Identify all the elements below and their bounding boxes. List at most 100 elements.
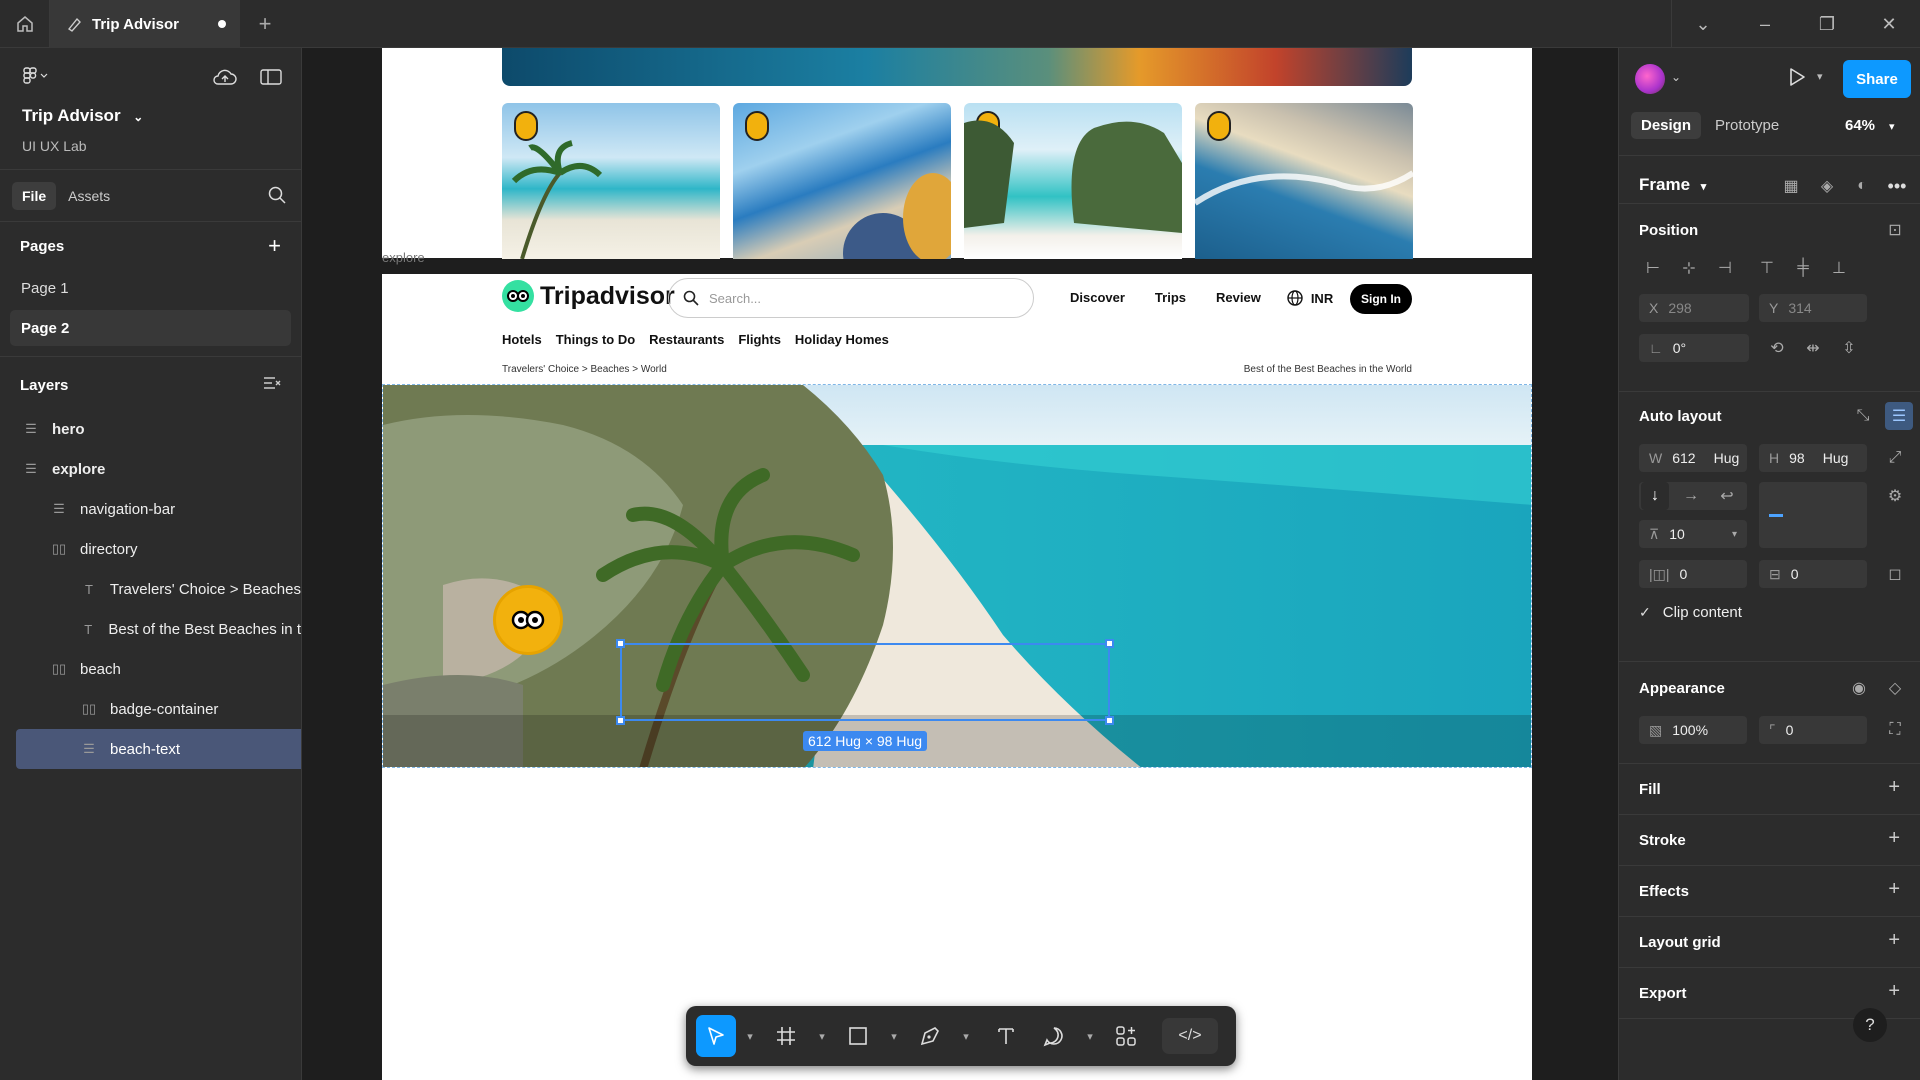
nav-link-review[interactable]: Review (1216, 290, 1261, 306)
beach-section[interactable]: 612 Hug × 98 Hug (382, 384, 1532, 768)
eye-icon[interactable]: ◉ (1845, 674, 1873, 702)
grid-icon[interactable]: ▦ (1777, 172, 1805, 200)
rectangle-tool-button[interactable] (836, 1015, 880, 1057)
subnav-holiday-homes[interactable]: Holiday Homes (795, 332, 889, 347)
search-icon[interactable] (267, 185, 287, 208)
layer-options-icon[interactable] (263, 375, 281, 395)
frame-type-selector[interactable]: Frame ▾ (1639, 175, 1706, 195)
chevron-down-icon[interactable]: ▾ (1817, 70, 1823, 83)
file-tab[interactable]: Trip Advisor (50, 0, 240, 48)
move-tool-button[interactable] (696, 1015, 736, 1057)
add-icon[interactable]: + (1888, 929, 1900, 952)
layer-item-0[interactable]: ☰ hero (0, 409, 301, 449)
align-center-h-icon[interactable]: ⊹ (1675, 254, 1703, 282)
home-button[interactable] (0, 0, 50, 48)
breadcrumb[interactable]: Travelers' Choice > Beaches > World (502, 364, 667, 375)
chevron-down-icon[interactable]: ▾ (1076, 1030, 1104, 1043)
layer-item-1[interactable]: ☰ explore (0, 449, 301, 489)
corner-radius-input[interactable]: ⌜ 0 (1759, 716, 1867, 744)
page-subtitle[interactable]: Best of the Best Beaches in the World (1244, 364, 1412, 375)
main-menu-button[interactable] (22, 66, 48, 91)
add-icon[interactable]: + (1888, 878, 1900, 901)
chevron-down-icon[interactable]: ▾ (736, 1030, 764, 1043)
resize-handle-tl[interactable] (616, 639, 625, 648)
width-input[interactable]: W 612 Hug (1639, 444, 1747, 472)
page-item-1[interactable]: Page 1 (10, 270, 291, 306)
layer-item-2[interactable]: ☰ navigation-bar (0, 489, 301, 529)
subnav-things-to-do[interactable]: Things to Do (556, 332, 635, 347)
rotate-90-icon[interactable]: ⟲ (1763, 334, 1791, 362)
share-button[interactable]: Share (1843, 60, 1911, 98)
rotation-input[interactable]: ∟ 0° (1639, 334, 1749, 362)
collapse-icon[interactable]: ⤡ (1849, 402, 1877, 430)
nav-link-discover[interactable]: Discover (1070, 290, 1125, 306)
align-middle-icon[interactable]: ╪ (1789, 254, 1817, 282)
cloud-upload-icon[interactable] (212, 68, 238, 93)
alignment-grid[interactable] (1759, 482, 1867, 548)
subnav-flights[interactable]: Flights (738, 332, 781, 347)
add-icon[interactable]: + (1888, 776, 1900, 799)
close-icon[interactable]: ✕ (1858, 0, 1920, 48)
present-button[interactable] (1787, 66, 1807, 93)
layer-item-8[interactable]: ☰ beach-text (16, 729, 301, 769)
independent-corners-icon[interactable]: ⛶ (1881, 716, 1909, 744)
chevron-down-icon[interactable]: ▾ (880, 1030, 908, 1043)
explore-frame-label[interactable]: explore (382, 250, 425, 265)
search-input[interactable]: Search... (668, 278, 1034, 318)
chevron-down-icon[interactable]: ▾ (952, 1030, 980, 1043)
gap-input[interactable]: ⊼ 10 ▾ (1639, 520, 1747, 548)
chevron-down-icon[interactable]: ▾ (808, 1030, 836, 1043)
resize-handle-tr[interactable] (1105, 639, 1114, 648)
layout-settings-icon[interactable]: ⚙ (1881, 482, 1909, 510)
direction-horizontal-icon[interactable]: → (1677, 482, 1705, 510)
auto-layout-toggle-icon[interactable]: ☰ (1885, 402, 1913, 430)
more-icon[interactable]: ••• (1883, 172, 1911, 200)
chevron-down-icon[interactable]: ⌄ (1671, 70, 1681, 84)
minimize-icon[interactable]: – (1734, 0, 1796, 48)
resize-handle-bl[interactable] (616, 716, 625, 725)
layer-item-6[interactable]: ▯▯ beach (0, 649, 301, 689)
tab-prototype[interactable]: Prototype (1715, 112, 1779, 139)
y-input[interactable]: Y 314 (1759, 294, 1867, 322)
tab-assets[interactable]: Assets (68, 188, 110, 204)
align-left-icon[interactable]: ⊢ (1639, 254, 1667, 282)
new-tab-button[interactable]: + (240, 0, 290, 48)
constraints-icon[interactable]: ⊡ (1881, 216, 1909, 244)
align-top-icon[interactable]: ⊤ (1753, 254, 1781, 282)
comment-tool-button[interactable] (1032, 1015, 1076, 1057)
component-icon[interactable]: ◈ (1813, 172, 1841, 200)
pen-tool-button[interactable] (908, 1015, 952, 1057)
add-page-icon[interactable]: + (268, 233, 281, 259)
flip-vertical-icon[interactable]: ⇳ (1835, 334, 1863, 362)
text-tool-button[interactable] (980, 1015, 1032, 1057)
layer-item-5[interactable]: T Best of the Best Beaches in t (0, 609, 301, 649)
hero-frame[interactable] (382, 48, 1532, 259)
restore-icon[interactable]: ❐ (1796, 0, 1858, 48)
currency-selector[interactable]: INR (1287, 290, 1333, 306)
subnav-restaurants[interactable]: Restaurants (649, 332, 724, 347)
tab-file[interactable]: File (12, 181, 57, 210)
align-bottom-icon[interactable]: ⊥ (1825, 254, 1853, 282)
padding-vertical-input[interactable]: ⊟ 0 (1759, 560, 1867, 588)
direction-vertical-icon[interactable]: ↓ (1641, 482, 1669, 510)
actions-tool-button[interactable] (1104, 1015, 1148, 1057)
tab-design[interactable]: Design (1631, 112, 1702, 139)
resize-handle-br[interactable] (1105, 716, 1114, 725)
toggle-sidebar-icon[interactable] (260, 68, 282, 91)
help-button[interactable]: ? (1853, 1008, 1887, 1042)
align-right-icon[interactable]: ⊣ (1711, 254, 1739, 282)
resize-to-fit-icon[interactable]: ⤢ (1881, 444, 1909, 472)
dev-mode-toggle[interactable]: </> (1162, 1018, 1218, 1054)
clip-content-checkbox[interactable]: ✓ Clip content (1639, 604, 1742, 621)
height-input[interactable]: H 98 Hug (1759, 444, 1867, 472)
layer-item-7[interactable]: ▯▯ badge-container (0, 689, 301, 729)
blend-mode-icon[interactable]: ◇ (1881, 674, 1909, 702)
zoom-level[interactable]: 64% ▾ (1845, 117, 1895, 134)
layer-item-3[interactable]: ▯▯ directory (0, 529, 301, 569)
contrast-icon[interactable]: ◐ (1848, 172, 1876, 200)
add-icon[interactable]: + (1888, 980, 1900, 1003)
subnav-hotels[interactable]: Hotels (502, 332, 542, 347)
opacity-input[interactable]: ▧ 100% (1639, 716, 1747, 744)
layer-item-4[interactable]: T Travelers' Choice > Beaches (0, 569, 301, 609)
beach-text-selection[interactable] (616, 639, 1114, 725)
